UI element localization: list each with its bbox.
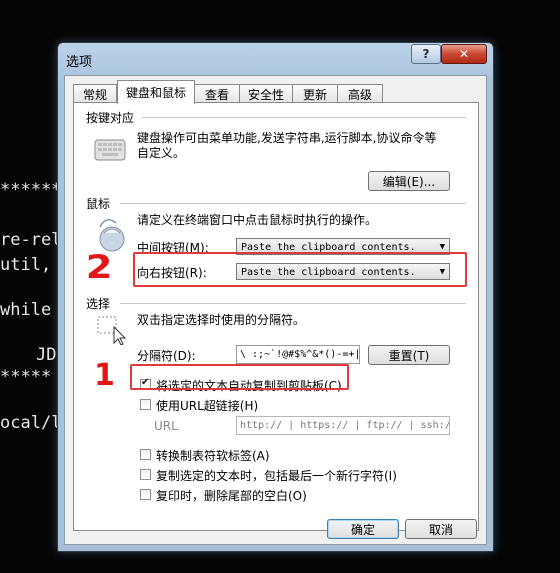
- highlight-right-button-row: [133, 252, 467, 287]
- cancel-button[interactable]: 取消: [405, 519, 477, 539]
- delimiter-input[interactable]: \ :;~`!@#$%^&*()-=+|: [236, 345, 360, 364]
- close-button[interactable]: ✕: [441, 44, 487, 64]
- edit-keybinding-button[interactable]: 编辑(E)...: [368, 171, 450, 191]
- selection-heading: 选择: [86, 297, 111, 311]
- annotation-number-2: 2: [85, 248, 113, 286]
- annotation-number-1: 1: [94, 358, 115, 393]
- copy-newline-label[interactable]: 复制选定的文本时，包括最后一个新行字符(I): [156, 467, 397, 484]
- help-button[interactable]: ?: [411, 44, 441, 64]
- keybinding-heading: 按键对应: [86, 111, 135, 125]
- dialog-title: 选项: [66, 55, 93, 70]
- url-link-label[interactable]: 使用URL超链接(H): [156, 397, 258, 414]
- copy-newline-checkbox[interactable]: [140, 469, 151, 480]
- tab-general[interactable]: 常规: [73, 84, 117, 103]
- terminal-line: JD: [36, 345, 57, 365]
- terminal-line: ******: [0, 180, 62, 200]
- dialog-client-area: 常规 键盘和鼠标 查看 安全性 更新 高级 按键对应 键盘操作可由菜单功能,发送…: [64, 75, 487, 545]
- selection-cursor-icon: [96, 313, 132, 348]
- trim-trailing-checkbox[interactable]: [140, 489, 151, 500]
- url-pattern-input[interactable]: http:// | https:// | ftp:// | ssh://: [236, 416, 450, 435]
- options-dialog: 选项 ? ✕ 常规 键盘和鼠标 查看 安全性 更新 高级 按键对应 键盘操作可由…: [57, 42, 494, 552]
- terminal-line: re-rel: [0, 230, 62, 250]
- tab-to-space-label[interactable]: 转换制表符软标签(A): [156, 447, 270, 464]
- mouse-description: 请定义在终端窗口中点击鼠标时执行的操作。: [137, 213, 378, 227]
- terminal-line: while: [0, 300, 52, 320]
- terminal-line: util,: [0, 255, 52, 275]
- tab-keyboard-mouse[interactable]: 键盘和鼠标: [117, 80, 195, 104]
- selection-description: 双击指定选择时使用的分隔符。: [137, 313, 306, 327]
- terminal-line: ocal/l: [0, 413, 62, 433]
- terminal-line: *****: [0, 367, 52, 387]
- tab-view[interactable]: 查看: [194, 84, 240, 103]
- divider: [120, 303, 466, 304]
- keyboard-icon: [94, 137, 126, 166]
- tab-security[interactable]: 安全性: [239, 84, 293, 103]
- mouse-heading: 鼠标: [86, 197, 111, 211]
- highlight-auto-copy: [130, 364, 349, 390]
- tab-panel-keyboard-mouse: 按键对应 键盘操作可由菜单功能,发送字符串,运行脚本,协议命令等 自定义。 编辑…: [73, 102, 479, 531]
- delimiter-label: 分隔符(D):: [137, 349, 196, 363]
- divider: [142, 117, 466, 118]
- url-link-checkbox[interactable]: [140, 399, 151, 410]
- tab-update[interactable]: 更新: [292, 84, 338, 103]
- tab-advanced[interactable]: 高级: [337, 84, 383, 103]
- tab-to-space-checkbox[interactable]: [140, 449, 151, 460]
- divider: [120, 203, 466, 204]
- reset-delimiter-button[interactable]: 重置(T): [368, 345, 450, 365]
- keybinding-description-cont: 自定义。: [137, 146, 186, 160]
- url-label: URL: [154, 419, 178, 433]
- ok-button[interactable]: 确定: [327, 519, 399, 539]
- trim-trailing-label[interactable]: 复印时，删除尾部的空白(O): [156, 487, 307, 504]
